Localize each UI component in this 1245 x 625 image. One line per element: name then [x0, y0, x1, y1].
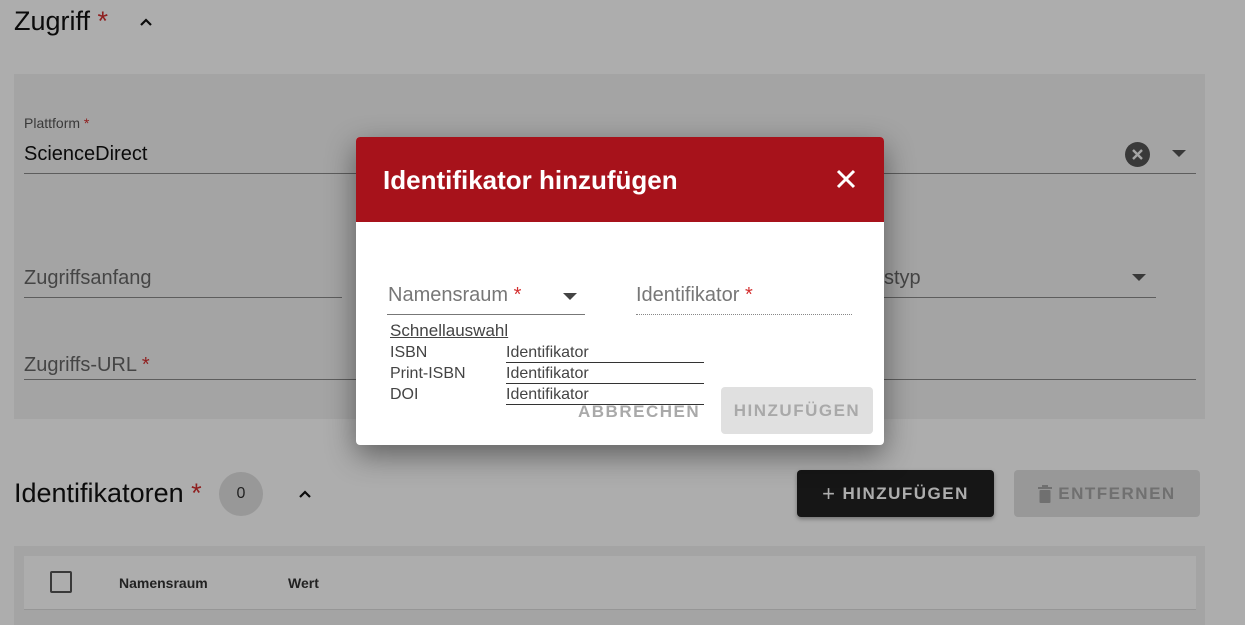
quick-select-namespace-isbn: ISBN — [390, 344, 428, 361]
close-icon[interactable] — [832, 165, 860, 193]
required-mark: * — [744, 284, 753, 306]
dialog-title: Identifikator hinzufügen — [383, 165, 678, 195]
quick-select-namespace-doi: DOI — [390, 386, 419, 403]
namespace-select[interactable]: Namensraum * — [388, 284, 521, 307]
quick-select-input-print-isbn[interactable]: Identifikator — [506, 365, 704, 384]
required-mark: * — [513, 284, 522, 306]
identifier-input[interactable]: Identifikator * — [636, 284, 753, 307]
identifier-placeholder: Identifikator — [636, 284, 740, 306]
add-identifier-dialog: Identifikator hinzufügen Namensraum * Id… — [356, 137, 884, 445]
namespace-placeholder: Namensraum — [388, 284, 509, 306]
namespace-underline — [387, 314, 585, 315]
quick-select-link[interactable]: Schnellauswahl — [390, 321, 508, 341]
cancel-button[interactable]: ABBRECHEN — [578, 402, 700, 422]
quick-select-input-isbn[interactable]: Identifikator — [506, 344, 704, 363]
namespace-dropdown-icon[interactable] — [562, 292, 578, 302]
identifier-underline — [636, 314, 852, 315]
submit-button[interactable]: HINZUFÜGEN — [721, 387, 873, 434]
dialog-header: Identifikator hinzufügen — [356, 137, 884, 222]
quick-select-namespace-print-isbn: Print-ISBN — [390, 365, 466, 382]
submit-button-label: HINZUFÜGEN — [733, 400, 861, 420]
